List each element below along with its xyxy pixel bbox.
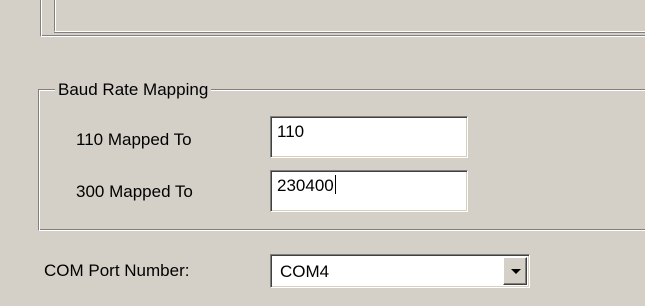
com-port-select[interactable]: COM4 [270,254,530,288]
upper-inner-panel [54,0,645,32]
com-port-selected-value: COM4 [280,262,330,281]
chevron-down-icon [511,269,521,274]
mapping-300-field[interactable]: 230400 [270,170,468,212]
text-caret [334,175,336,194]
mapping-110-value: 110 [277,122,305,141]
mapping-300-value: 230400 [277,176,334,195]
mapping-110-label: 110 Mapped To [76,130,192,149]
mapping-300-label: 300 Mapped To [76,182,193,201]
com-port-dropdown-button[interactable] [503,257,527,285]
com-port-label: COM Port Number: [44,261,190,280]
baud-rate-mapping-title: Baud Rate Mapping [55,80,212,100]
mapping-110-field[interactable]: 110 [270,116,468,158]
